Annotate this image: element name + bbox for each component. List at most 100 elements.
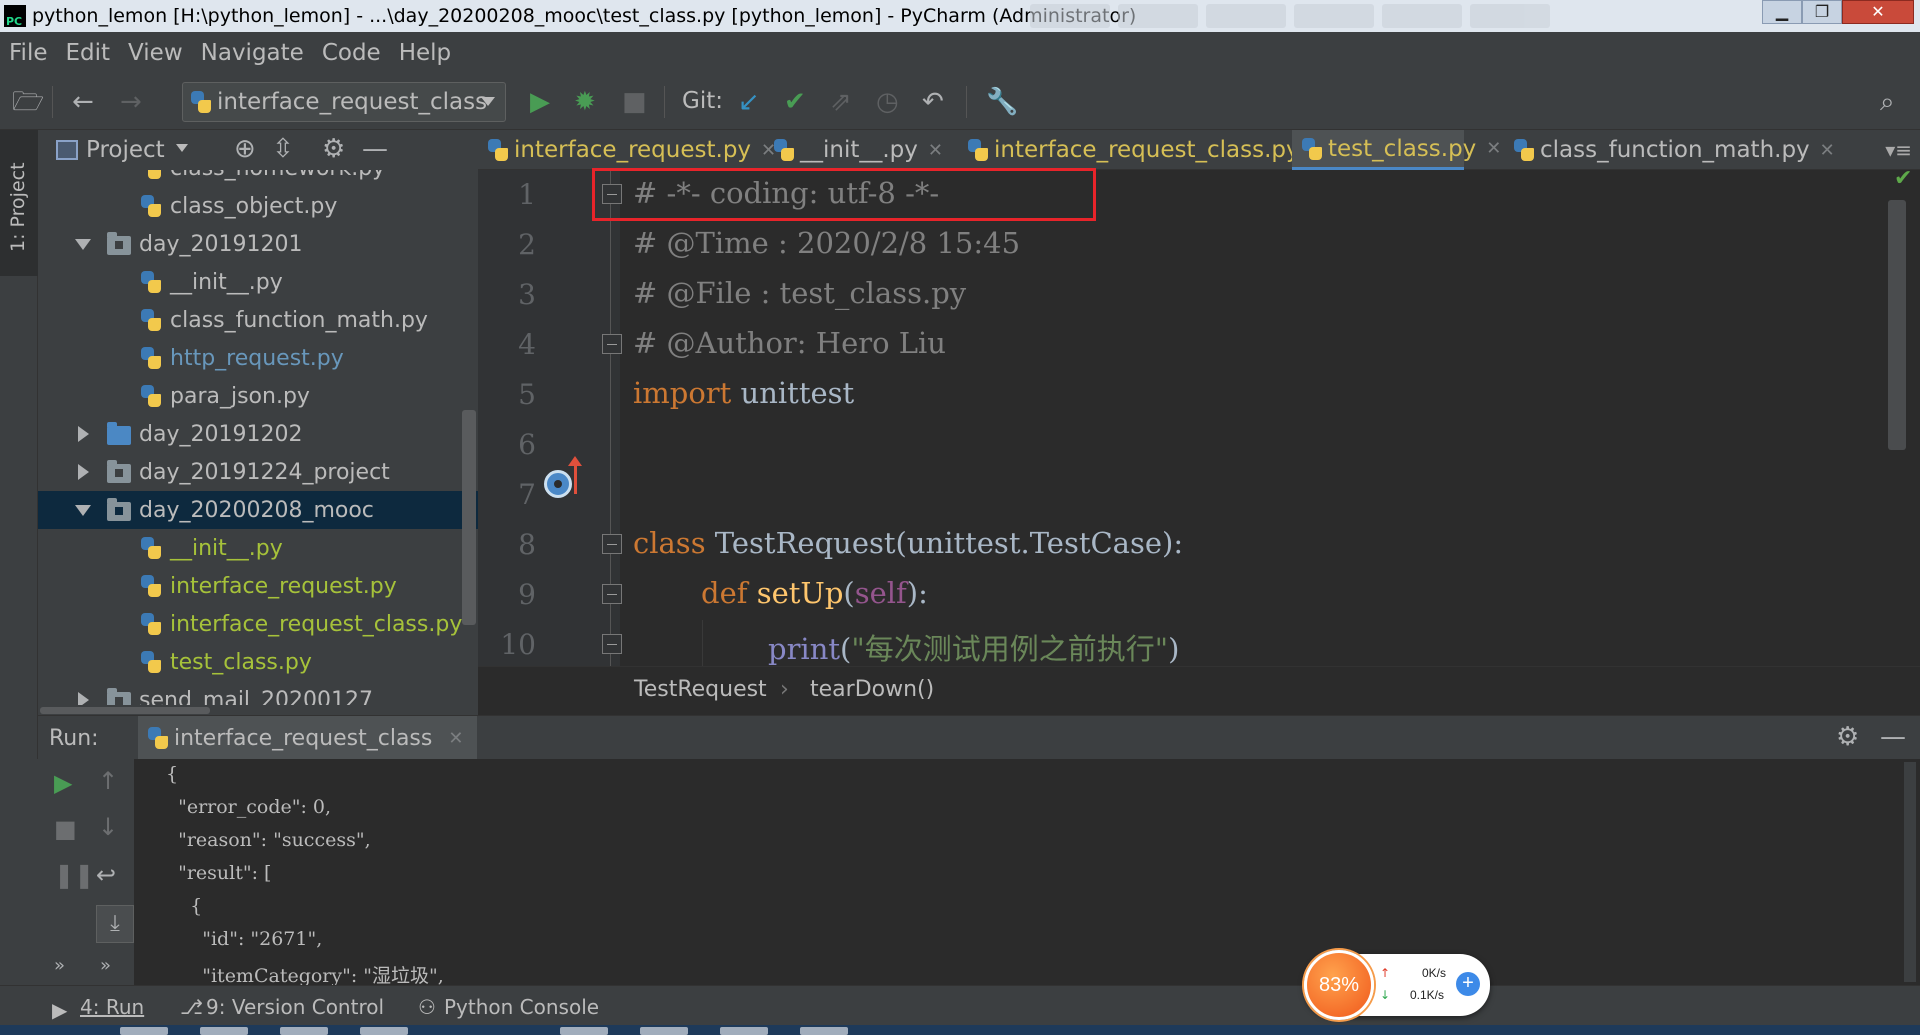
open-folder-icon[interactable]: 🗁 [12,88,44,116]
taskbar-app[interactable] [640,1027,688,1035]
settings-wrench-icon[interactable]: 🔧 [986,88,1018,116]
taskbar-app[interactable] [120,1027,168,1035]
tree-file-row[interactable]: __init__.py [38,529,478,567]
minimize-button[interactable]: ▁ [1762,0,1802,24]
editor-scrollbar[interactable] [1888,200,1906,450]
code-editor[interactable]: 1 2 3 4 5 6 7 8 9 10 # -*- coding: utf-8… [478,170,1920,666]
maximize-button[interactable]: ❐ [1802,0,1842,24]
gear-icon[interactable]: ⚙ [322,134,345,164]
tree-file-row[interactable]: test_class.py [38,643,478,681]
taskbar-app[interactable] [560,1027,608,1035]
forward-icon[interactable]: → [120,88,142,116]
menu-help[interactable]: Help [390,40,460,66]
add-icon[interactable]: + [1456,972,1480,996]
fold-marker-icon[interactable] [602,584,622,604]
taskbar-app[interactable] [200,1027,248,1035]
git-commit-icon[interactable]: ✔ [784,88,806,116]
expanded-arrow-icon[interactable] [75,505,91,516]
close-tab-icon[interactable]: ✕ [448,728,463,749]
scroll-down-icon[interactable]: ↓ [98,813,118,841]
chevron-down-icon[interactable] [176,144,188,152]
menu-code[interactable]: Code [313,40,390,66]
breadcrumb-method[interactable]: tearDown() [810,677,934,702]
run-icon[interactable]: ▶ [530,88,550,116]
stop-icon[interactable]: ■ [622,88,647,116]
collapse-all-icon[interactable]: ⇳ [272,134,294,164]
more-actions-icon[interactable]: » [54,955,65,976]
taskbar-app[interactable] [720,1027,768,1035]
scroll-up-icon[interactable]: ↑ [98,767,118,795]
line-number: 4 [518,328,536,361]
search-icon[interactable]: ⌕ [1880,88,1895,116]
taskbar-app[interactable] [800,1027,848,1035]
locate-file-icon[interactable]: ⊕ [234,134,256,164]
pause-icon[interactable]: ❚❚ [54,861,94,889]
run-console-output[interactable]: { "error_code": 0, "reason": "success", … [134,759,1920,985]
fold-marker-icon[interactable] [602,634,622,654]
run-tool-button[interactable]: 4: Run [80,995,144,1019]
menu-navigate[interactable]: Navigate [192,40,313,66]
hide-panel-icon[interactable]: — [362,134,388,164]
project-horizontal-scrollbar[interactable] [38,705,478,715]
tab-test-class[interactable]: test_class.py ✕ [1292,130,1501,170]
taskbar-app[interactable] [280,1027,328,1035]
menu-view[interactable]: View [119,40,192,66]
tree-file-row[interactable]: class_homework.py [38,170,478,187]
close-tab-icon[interactable]: ✕ [1486,138,1501,159]
project-vertical-scrollbar[interactable] [462,410,476,625]
menu-file[interactable]: File [0,40,57,66]
override-method-icon[interactable] [544,470,572,498]
network-speed-widget[interactable]: 83% ↑ 0K/s ↓ 0.1K/s + [1304,950,1490,1020]
rerun-icon[interactable]: ▶ [54,769,72,797]
tab-list-menu-icon[interactable]: ▾≡ [1885,138,1912,162]
python-console-tool-button[interactable]: Python Console [444,995,599,1019]
expanded-arrow-icon[interactable] [75,239,91,250]
menu-edit[interactable]: Edit [57,40,120,66]
version-control-tool-button[interactable]: 9: Version Control [206,995,384,1019]
debug-icon[interactable]: ✹ [574,88,596,116]
collapsed-arrow-icon[interactable] [78,426,89,442]
code-line-2: # @Time : 2020/2/8 15:45 [633,226,1021,260]
tree-folder-row-selected[interactable]: day_20200208_mooc [38,491,478,529]
run-configuration-select[interactable]: interface_request_class [182,82,506,122]
back-icon[interactable]: ← [72,88,94,116]
tab-interface-request[interactable]: interface_request.py ✕ [478,130,776,170]
scroll-thumb[interactable] [40,707,210,714]
breadcrumb-class[interactable]: TestRequest [634,677,767,702]
tree-folder-row[interactable]: day_20191224_project [38,453,478,491]
close-tab-icon[interactable]: ✕ [928,140,943,161]
tree-file-row[interactable]: interface_request.py [38,567,478,605]
inspection-ok-icon[interactable]: ✔ [1894,166,1912,191]
soft-wrap-icon[interactable]: ↩ [96,861,116,889]
git-push-icon[interactable]: ⇗ [830,88,852,116]
tree-file-row[interactable]: class_object.py [38,187,478,225]
fold-marker-icon[interactable] [602,534,622,554]
stop-icon[interactable]: ■ [54,815,77,843]
tab-init[interactable]: __init__.py ✕ [764,130,943,170]
revert-icon[interactable]: ↶ [922,88,944,116]
console-scrollbar[interactable] [1904,762,1916,982]
run-tab[interactable]: interface_request_class ✕ [138,716,478,760]
close-button[interactable]: ✕ [1842,0,1914,24]
history-icon[interactable]: ◷ [876,88,899,116]
tree-file-row[interactable]: __init__.py [38,263,478,301]
tree-file-row[interactable]: para_json.py [38,377,478,415]
scroll-to-end-icon[interactable]: ⤓ [96,905,134,943]
git-update-icon[interactable]: ↙ [738,88,760,116]
hide-panel-icon[interactable]: — [1880,722,1906,752]
tree-file-row[interactable]: http_request.py [38,339,478,377]
tab-interface-request-class[interactable]: interface_request_class.py ✕ [958,130,1325,170]
tree-file-row[interactable]: interface_request_class.py [38,605,478,643]
tab-class-function-math[interactable]: class_function_math.py ✕ [1504,130,1835,170]
taskbar-app[interactable] [360,1027,408,1035]
fold-marker-icon[interactable] [602,334,622,354]
collapsed-arrow-icon[interactable] [78,464,89,480]
tree-folder-row[interactable]: day_20191201 [38,225,478,263]
more-actions-icon[interactable]: » [100,955,111,976]
close-tab-icon[interactable]: ✕ [1820,140,1835,161]
tree-file-row[interactable]: class_function_math.py [38,301,478,339]
project-panel-title[interactable]: Project [86,137,165,163]
project-tool-tab[interactable]: 1: Project [0,130,38,276]
tree-folder-row[interactable]: day_20191202 [38,415,478,453]
gear-icon[interactable]: ⚙ [1836,722,1859,752]
